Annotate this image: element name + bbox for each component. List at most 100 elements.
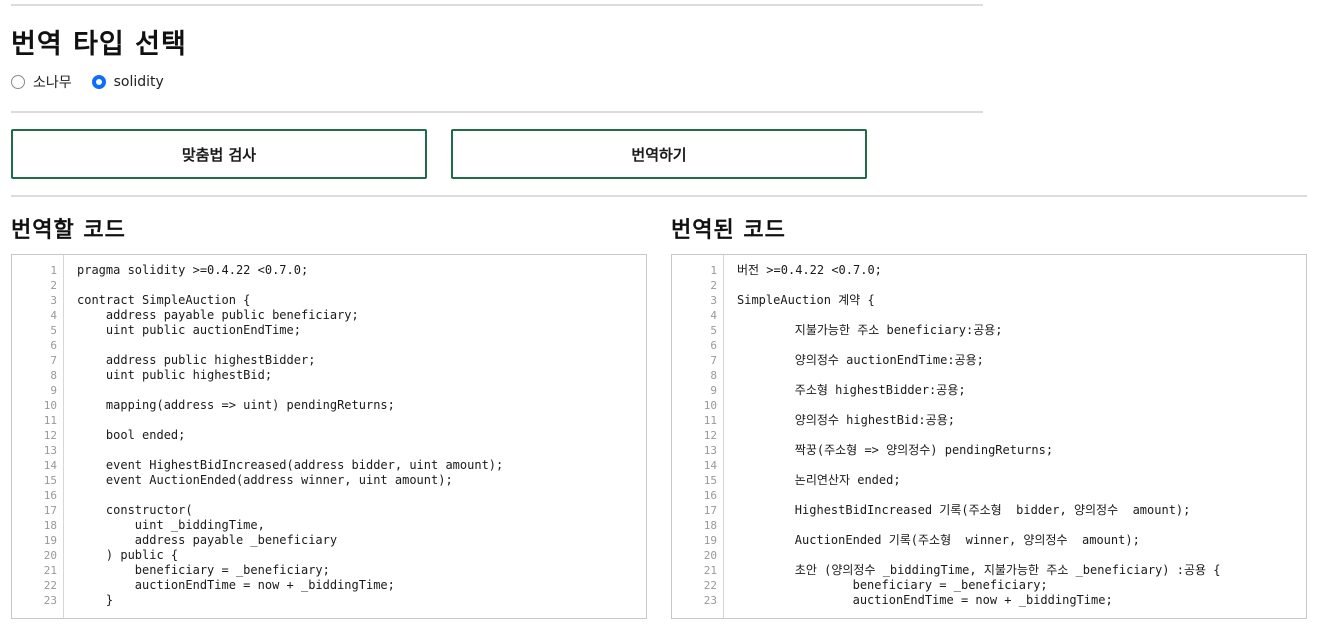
source-line-number: 11	[43, 414, 57, 427]
source-line-number: 18	[43, 519, 57, 532]
translated-line-number: 3	[710, 294, 717, 307]
source-line-number: 8	[50, 369, 57, 382]
source-code-line	[77, 443, 642, 458]
source-line-number: 17	[43, 504, 57, 517]
radio-solidity-label: solidity	[113, 74, 164, 90]
translated-line-number: 21	[703, 564, 717, 577]
source-line-number: 16	[43, 489, 57, 502]
radio-option-sonamu[interactable]: 소나무	[11, 72, 72, 92]
translated-code-title: 번역된 코드	[671, 218, 786, 243]
source-code-line: auctionEndTime = now + _biddingTime;	[77, 578, 395, 592]
source-code-line: beneficiary = _beneficiary;	[77, 563, 330, 577]
source-code-line	[77, 383, 642, 398]
source-code-line: event AuctionEnded(address winner, uint …	[77, 473, 453, 487]
source-code-line	[77, 413, 642, 428]
translated-line-number: 9	[710, 384, 717, 397]
source-line-number: 10	[43, 399, 57, 412]
translated-line-number: 19	[703, 534, 717, 547]
translated-line-number: 4	[710, 309, 717, 322]
source-code-line: address payable public beneficiary;	[77, 308, 359, 322]
translated-code-line: auctionEndTime = now + _biddingTime;	[737, 593, 1113, 607]
radio-sonamu-label: 소나무	[33, 75, 72, 91]
source-code-line	[77, 338, 642, 353]
translated-code-line: SimpleAuction 계약 {	[737, 293, 875, 307]
translated-code-line	[737, 458, 1302, 473]
source-line-number: 4	[50, 309, 57, 322]
translated-line-number: 12	[703, 429, 717, 442]
source-line-number: 6	[50, 339, 57, 352]
translated-line-number: 23	[703, 594, 717, 607]
source-code-line: pragma solidity >=0.4.22 <0.7.0;	[77, 263, 309, 277]
translated-code-line	[737, 398, 1302, 413]
translate-button[interactable]: 번역하기	[451, 129, 867, 179]
source-line-number: 20	[43, 549, 57, 562]
source-line-numbers: 1 2 3 4 5 6 7 8 9 10 11 12 13 14 15 16 17 18 19 20 21 22 23	[12, 255, 64, 618]
source-code-lines[interactable]: pragma solidity >=0.4.22 <0.7.0; contract…	[77, 255, 642, 618]
translated-code-line	[737, 368, 1302, 383]
translated-code-lines[interactable]: 버전 >=0.4.22 <0.7.0; SimpleAuction 계약 { 지불…	[737, 255, 1302, 618]
translated-line-number: 10	[703, 399, 717, 412]
source-code-editor[interactable]: 1 2 3 4 5 6 7 8 9 10 11 12 13 14 15 16 17 18 19 20 21 22 23 pr…	[11, 254, 647, 619]
source-code-line: contract SimpleAuction {	[77, 293, 251, 307]
translated-line-number: 22	[703, 579, 717, 592]
translated-code-line: HighestBidIncreased 기록(주소형 bidder, 양의정수 …	[737, 503, 1191, 517]
source-code-title: 번역할 코드	[11, 218, 126, 243]
source-line-number: 5	[50, 324, 57, 337]
translated-code-line	[737, 428, 1302, 443]
divider-middle	[11, 111, 983, 113]
source-line-number: 2	[50, 279, 57, 292]
translated-line-number: 11	[703, 414, 717, 427]
source-line-number: 22	[43, 579, 57, 592]
source-line-number: 12	[43, 429, 57, 442]
source-code-line: }	[77, 593, 114, 607]
source-line-number: 14	[43, 459, 57, 472]
translated-code-editor[interactable]: 1 2 3 4 5 6 7 8 9 10 11 12 13 14 15 16 17 18 19 20 21 22 23 버전…	[671, 254, 1307, 619]
source-line-number: 1	[50, 264, 57, 277]
translated-line-number: 18	[703, 519, 717, 532]
source-line-number: 9	[50, 384, 57, 397]
source-line-number: 15	[43, 474, 57, 487]
translated-line-number: 15	[703, 474, 717, 487]
translated-code-line: AuctionEnded 기록(주소형 winner, 양의정수 amount)…	[737, 533, 1140, 547]
source-code-line: bool ended;	[77, 428, 186, 442]
translated-code-line: 초안 (양의정수 _biddingTime, 지불가능한 주소 _benefic…	[737, 563, 1221, 577]
source-code-line: address payable _beneficiary	[77, 533, 338, 547]
translated-code-line	[737, 548, 1302, 563]
translation-type-radio-group: 소나무 solidity	[11, 72, 184, 92]
translated-line-number: 14	[703, 459, 717, 472]
source-line-number: 3	[50, 294, 57, 307]
divider-full	[11, 195, 1307, 197]
source-code-line	[77, 488, 642, 503]
radio-solidity-circle[interactable]	[91, 75, 106, 89]
translated-code-line: 논리연산자 ended;	[737, 473, 901, 487]
translated-code-line: 양의정수 auctionEndTime:공용;	[737, 353, 984, 367]
translated-code-line: 짝꿍(주소형 => 양의정수) pendingReturns;	[737, 443, 1054, 457]
source-code-line: uint public auctionEndTime;	[77, 323, 301, 337]
translation-type-title: 번역 타입 선택	[11, 29, 187, 60]
source-line-number: 13	[43, 444, 57, 457]
translated-line-number: 7	[710, 354, 717, 367]
source-code-line: address public highestBidder;	[77, 353, 316, 367]
source-code-line	[77, 278, 642, 293]
source-code-line: ) public {	[77, 548, 179, 562]
translated-code-line	[737, 338, 1302, 353]
source-line-number: 7	[50, 354, 57, 367]
translated-line-number: 5	[710, 324, 717, 337]
source-line-number: 23	[43, 594, 57, 607]
translated-code-line	[737, 488, 1302, 503]
translated-code-line: beneficiary = _beneficiary;	[737, 578, 1048, 592]
translated-code-line	[737, 278, 1302, 293]
source-code-line: uint _biddingTime,	[77, 518, 265, 532]
source-code-line: mapping(address => uint) pendingReturns;	[77, 398, 395, 412]
translated-code-line	[737, 518, 1302, 533]
source-code-line: uint public highestBid;	[77, 368, 273, 382]
translated-line-number: 17	[703, 504, 717, 517]
translated-code-line: 버전 >=0.4.22 <0.7.0;	[737, 263, 882, 277]
radio-sonamu-circle[interactable]	[11, 75, 25, 89]
spell-check-button[interactable]: 맞춤법 검사	[11, 129, 427, 179]
translated-code-line	[737, 308, 1302, 323]
translated-line-number: 16	[703, 489, 717, 502]
translated-line-number: 20	[703, 549, 717, 562]
radio-option-solidity[interactable]: solidity	[91, 74, 164, 90]
translated-code-line: 양의정수 highestBid:공용;	[737, 413, 955, 427]
